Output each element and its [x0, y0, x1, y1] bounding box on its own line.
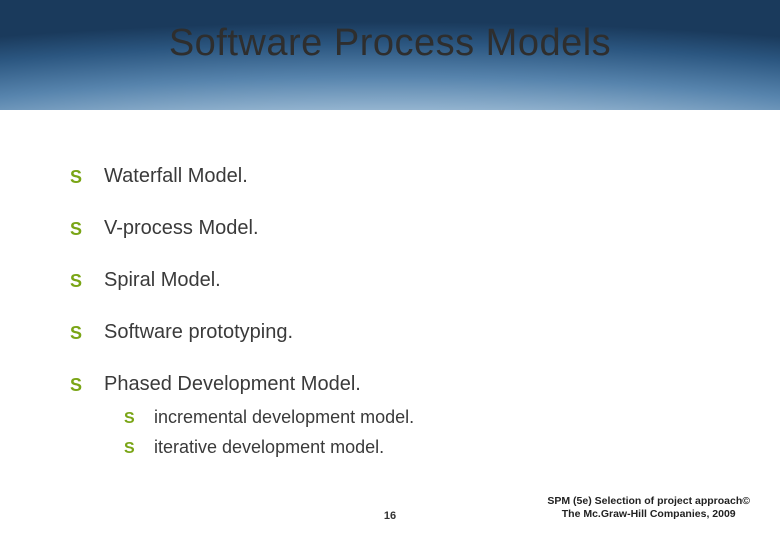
footer: 16 SPM (5e) Selection of project approac… — [0, 492, 780, 522]
list-item: S Waterfall Model. — [70, 165, 720, 189]
bullet-text: Software prototyping. — [104, 321, 293, 344]
bullet-list: S Waterfall Model. S V-process Model. S … — [70, 165, 720, 397]
bullet-icon: S — [124, 437, 140, 461]
bullet-text: Spiral Model. — [104, 269, 221, 292]
bullet-icon: S — [70, 165, 86, 189]
bullet-text: V-process Model. — [104, 217, 259, 240]
list-item: S Software prototyping. — [70, 321, 720, 345]
content-area: S Waterfall Model. S V-process Model. S … — [70, 165, 720, 467]
attribution-line2: The Mc.Graw-Hill Companies, 2009 — [547, 508, 750, 522]
sub-bullet-text: iterative development model. — [154, 437, 384, 458]
bullet-icon: S — [124, 407, 140, 431]
attribution-line1: SPM (5e) Selection of project approach© — [547, 495, 750, 509]
bullet-text: Waterfall Model. — [104, 165, 248, 188]
bullet-icon: S — [70, 217, 86, 241]
sub-bullet-list: S incremental development model. S itera… — [124, 407, 720, 461]
bullet-icon: S — [70, 269, 86, 293]
bullet-text: Phased Development Model. — [104, 373, 361, 396]
list-item: S Spiral Model. — [70, 269, 720, 293]
sub-bullet-text: incremental development model. — [154, 407, 414, 428]
slide-title: Software Process Models — [0, 22, 780, 65]
list-item: S V-process Model. — [70, 217, 720, 241]
bullet-icon: S — [70, 321, 86, 345]
list-item: S incremental development model. — [124, 407, 720, 431]
slide: Software Process Models S Waterfall Mode… — [0, 0, 780, 540]
page-number: 16 — [384, 510, 396, 522]
header-band: Software Process Models — [0, 0, 780, 110]
attribution: SPM (5e) Selection of project approach© … — [547, 495, 750, 522]
list-item: S iterative development model. — [124, 437, 720, 461]
list-item: S Phased Development Model. — [70, 373, 720, 397]
bullet-icon: S — [70, 373, 86, 397]
